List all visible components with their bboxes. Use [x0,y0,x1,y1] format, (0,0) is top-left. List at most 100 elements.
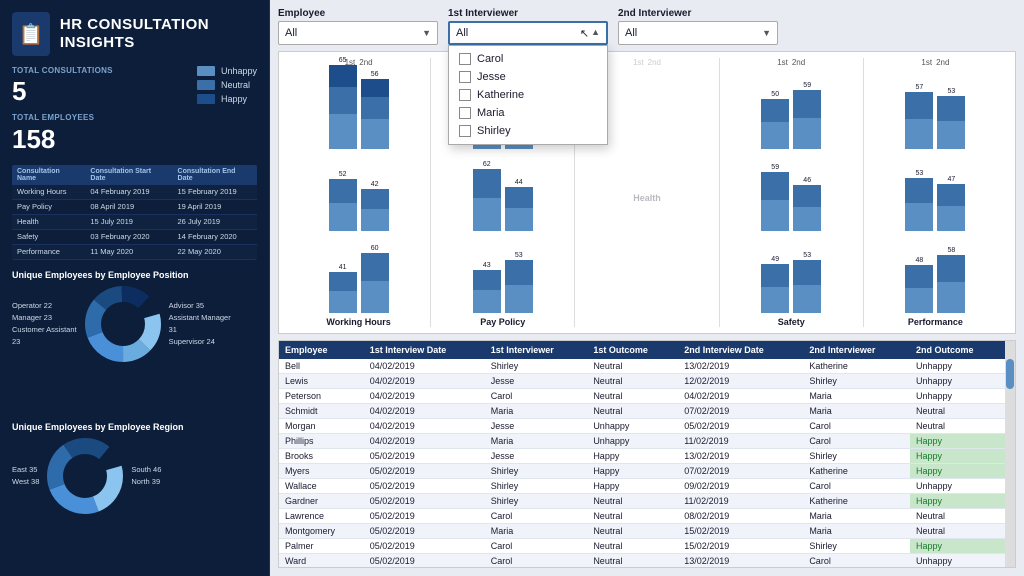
legend-happy-box [197,94,215,104]
region-label-south: South 46 [131,465,161,474]
dd-label-shirley: Shirley [477,125,511,137]
consultation-row: Pay Policy08 April 201919 April 2019 [12,199,257,214]
table-row: Myers05/02/2019ShirleyHappy07/02/2019Kat… [279,464,1005,479]
scrollbar-thumb[interactable] [1006,359,1014,389]
table-row: Ward05/02/2019CarolNeutral13/02/2019Caro… [279,554,1005,568]
interviewer1-filter-select[interactable]: All ↖ ▲ [448,21,608,45]
table-row: Palmer05/02/2019CarolNeutral15/02/2019Sh… [279,539,1005,554]
dd-label-maria: Maria [477,107,505,119]
th-2nd-date: 2nd Interview Date [678,341,803,359]
total-consultations-label: TOTAL CONSULTATIONS [12,66,113,76]
bar-label-wh-2nd: 56 [371,71,379,78]
chart-label-safety: Safety [778,317,805,327]
region-label-north: North 39 [131,477,161,486]
table-row: Montgomery05/02/2019MariaNeutral15/02/20… [279,524,1005,539]
region-chart-section: Unique Employees by Employee Region East… [12,422,257,564]
pos-label-advisor: Advisor 35 [169,301,231,310]
legend-happy-label: Happy [221,94,247,104]
employee-filter-group: Employee All ▼ [278,8,438,45]
bar-chart-performance: 1st2nd 57 53 53 [866,58,1005,327]
interviewer1-chevron-icon: ▲ [591,27,600,40]
bar-wh-1st-happy [329,65,357,87]
consultation-row: Performance11 May 202022 May 2020 [12,244,257,259]
bar-label-pp-6: 53 [515,252,523,259]
interviewer1-filter-label: 1st Interviewer [448,8,608,19]
th-2nd-interviewer: 2nd Interviewer [803,341,910,359]
bar-chart-safety: 1st2nd 50 59 59 [722,58,861,327]
data-table-section: Employee 1st Interview Date 1st Intervie… [278,340,1016,568]
bar-wh-2nd2-neutral [361,189,389,209]
app-title-text: HR CONSULTATION INSIGHTS [60,16,257,52]
col-name: Consultation Name [12,165,85,185]
bar-wh-2nd2-unhappy [361,209,389,231]
position-chart-section: Unique Employees by Employee Position Op… [12,270,257,412]
th-employee: Employee [279,341,364,359]
chart-label-performance: Performance [908,317,963,327]
th-1st-outcome: 1st Outcome [587,341,678,359]
dd-item-shirley[interactable]: Shirley [449,122,607,140]
bar-wh-1st2-unhappy [329,203,357,231]
total-consultations-stat: TOTAL CONSULTATIONS 5 [12,66,113,107]
bar-stack-wh-2nd-3: 60 [361,245,389,313]
table-row: Wallace05/02/2019ShirleyHappy09/02/2019C… [279,479,1005,494]
dd-checkbox-maria[interactable] [459,107,471,119]
data-table-wrapper[interactable]: Employee 1st Interview Date 1st Intervie… [279,341,1005,567]
consultation-row: Working Hours04 February 201915 February… [12,185,257,200]
th-2nd-outcome: 2nd Outcome [910,341,1005,359]
table-row: Lewis04/02/2019JesseNeutral12/02/2019Shi… [279,374,1005,389]
dd-checkbox-carol[interactable] [459,53,471,65]
bar-charts-section: 1st2nd 65 56 [278,51,1016,334]
employee-filter-select[interactable]: All ▼ [278,21,438,45]
pos-label-manager: Manager 23 [12,313,77,322]
interviewer2-filter-label: 2nd Interviewer [618,8,778,19]
dd-item-maria[interactable]: Maria [449,104,607,122]
position-donut-svg [83,284,163,364]
dd-label-jesse: Jesse [477,71,506,83]
interviewer2-filter-select[interactable]: All ▼ [618,21,778,45]
region-donut: East 35 West 38 South 46 North 39 [12,436,257,516]
bar-label-pp-5: 43 [483,262,491,269]
bar-wh-1st-unhappy [329,114,357,149]
region-label-west: West 38 [12,477,39,486]
consultation-row: Health15 July 201926 July 2019 [12,214,257,229]
bar-stack-wh-1st-2: 52 [329,171,357,231]
legend-unhappy-box [197,66,215,76]
consultation-row: Safety03 February 202014 February 2020 [12,229,257,244]
interviewer1-dropdown: Carol Jesse Katherine Maria Shirley [448,45,608,145]
total-employees-label: TOTAL EMPLOYEES [12,113,94,123]
left-panel: 📋 HR CONSULTATION INSIGHTS TOTAL CONSULT… [0,0,270,576]
bar-stack-pp-6: 53 [505,252,533,313]
dd-checkbox-jesse[interactable] [459,71,471,83]
bar-wh-2nd-neutral [361,97,389,119]
interviewer2-filter-group: 2nd Interviewer All ▼ [618,8,778,45]
bar-stack-wh-1st-3: 41 [329,264,357,313]
bar-sep-3 [719,58,720,327]
table-row: Brooks05/02/2019JesseHappy13/02/2019Shir… [279,449,1005,464]
table-row: Phillips04/02/2019MariaUnhappy11/02/2019… [279,434,1005,449]
dd-item-jesse[interactable]: Jesse [449,68,607,86]
total-employees-stat: TOTAL EMPLOYEES 158 [12,113,94,154]
pos-label-supervisor: Supervisor 24 [169,337,231,346]
hr-logo-icon: 📋 [12,12,50,56]
table-row: Morgan04/02/2019JesseUnhappy05/02/2019Ca… [279,419,1005,434]
bar-wh-2nd-happy [361,79,389,97]
bar-wh-1st-neutral [329,87,357,114]
table-row: Gardner05/02/2019ShirleyNeutral11/02/201… [279,494,1005,509]
dd-label-katherine: Katherine [477,89,524,101]
scrollbar[interactable] [1005,341,1015,567]
bar-stack-wh-2nd-2: 42 [361,181,389,231]
bar-pair-safety: 50 59 [761,69,821,149]
dd-checkbox-shirley[interactable] [459,125,471,137]
bar-stack-wh-1st: 65 [329,57,357,149]
pos-label-asst-manager-val: 31 [169,325,231,334]
legend-happy: Happy [197,94,257,104]
dd-item-carol[interactable]: Carol [449,50,607,68]
bar-wh-1st3 [329,291,357,313]
th-1st-interviewer: 1st Interviewer [485,341,588,359]
bar-label-wh-2nd2: 42 [371,181,379,188]
bar-stack-pp-4: 44 [505,179,533,231]
pos-label-operator: Operator 22 [12,301,77,310]
dd-item-katherine[interactable]: Katherine [449,86,607,104]
pos-label-customer-assistant-val: 23 [12,337,77,346]
dd-checkbox-katherine[interactable] [459,89,471,101]
